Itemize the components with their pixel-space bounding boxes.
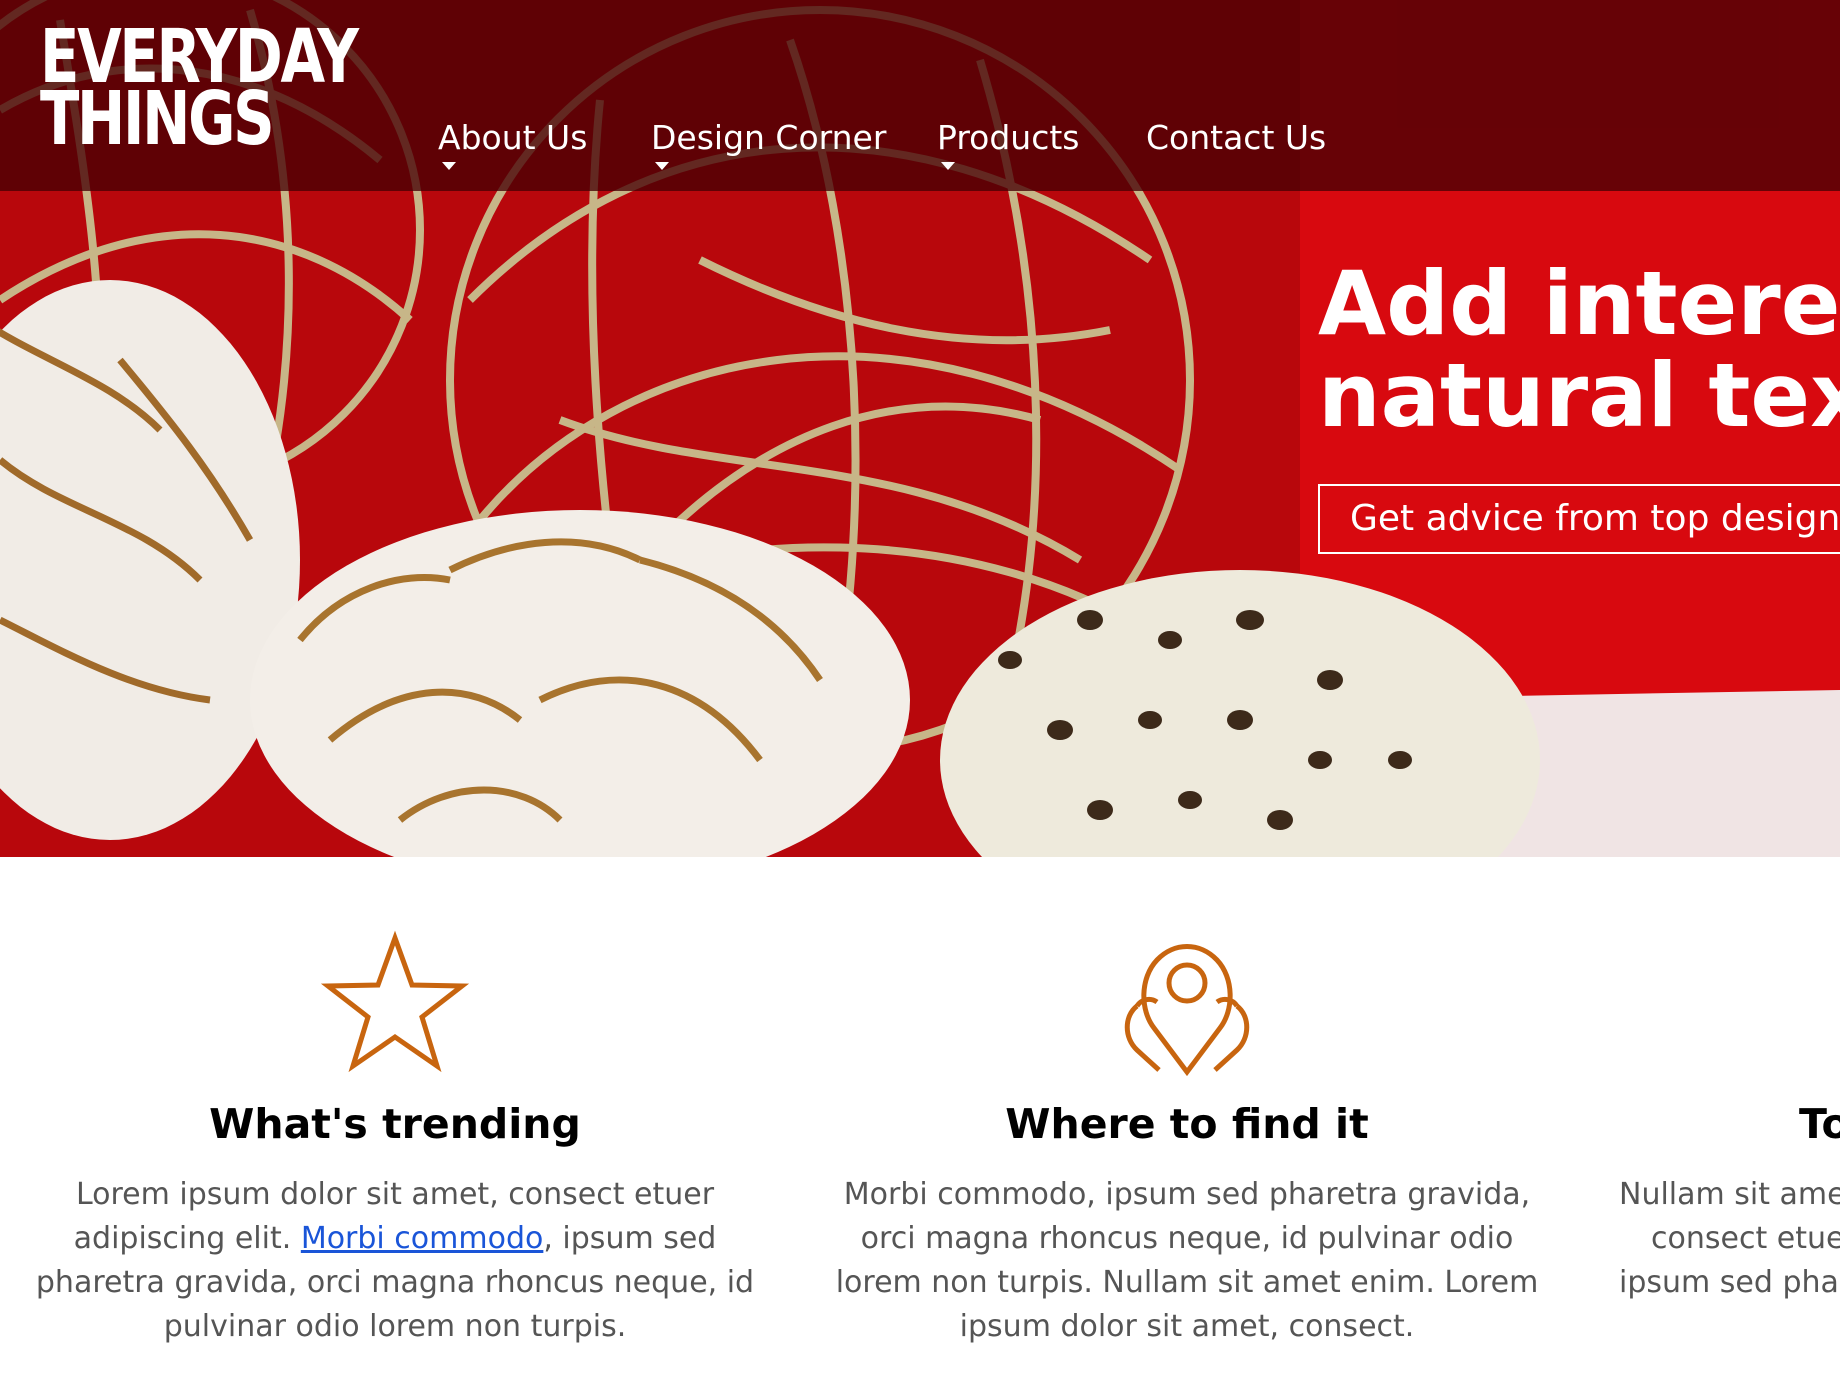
morbi-commodo-link[interactable]: Morbi commodo <box>301 1221 544 1256</box>
feature-text: Nullam sit amet consect etuer ipsum sed … <box>1619 1173 1840 1305</box>
site-logo[interactable]: EVERYDAY THINGS <box>40 20 359 156</box>
nav-products-label: Products <box>937 118 1080 157</box>
nav-about-us[interactable]: About Us <box>438 118 588 170</box>
feature-whats-trending: What's trending Lorem ipsum dolor sit am… <box>35 928 755 1344</box>
feature-text-line: consect etuer <box>1651 1221 1840 1256</box>
nav-about-us-label: About Us <box>438 118 588 157</box>
nav-design-corner[interactable]: Design Corner <box>651 118 887 170</box>
hero-cta-button[interactable]: Get advice from top designer <box>1318 484 1840 554</box>
star-icon <box>320 930 470 1073</box>
feature-title: What's trending <box>209 1100 581 1148</box>
feature-where-to-find-it: Where to find it Morbi commodo, ipsum se… <box>827 928 1547 1344</box>
feature-text: Lorem ipsum dolor sit amet, consect etue… <box>35 1173 755 1349</box>
hero-headline-line-1: Add interest <box>1318 252 1840 355</box>
feature-title: To <box>1799 1100 1840 1148</box>
feature-text: Morbi commodo, ipsum sed pharetra gravid… <box>835 1177 1539 1344</box>
nav-products[interactable]: Products <box>937 118 1080 170</box>
nav-design-corner-label: Design Corner <box>651 118 887 157</box>
map-pin-icon <box>1124 944 1250 1077</box>
feature-text-line: ipsum sed phare <box>1619 1265 1840 1300</box>
hero-headline-line-2: natural text <box>1318 344 1840 447</box>
feature-text-line: Nullam sit amet <box>1619 1177 1840 1212</box>
chevron-down-icon <box>442 162 456 170</box>
nav-contact-us-label: Contact Us <box>1146 118 1327 157</box>
nav-contact-us[interactable]: Contact Us <box>1146 118 1326 157</box>
feature-icon-placeholder <box>1619 928 1840 1078</box>
hero-headline: Add interest natural text <box>1318 258 1840 442</box>
chevron-down-icon <box>941 162 955 170</box>
feature-third: To Nullam sit amet consect etuer ipsum s… <box>1619 928 1840 1300</box>
feature-title: Where to find it <box>1005 1100 1369 1148</box>
hero-section: EVERYDAY THINGS About Us Design Corner P… <box>0 0 1840 857</box>
chevron-down-icon <box>655 162 669 170</box>
